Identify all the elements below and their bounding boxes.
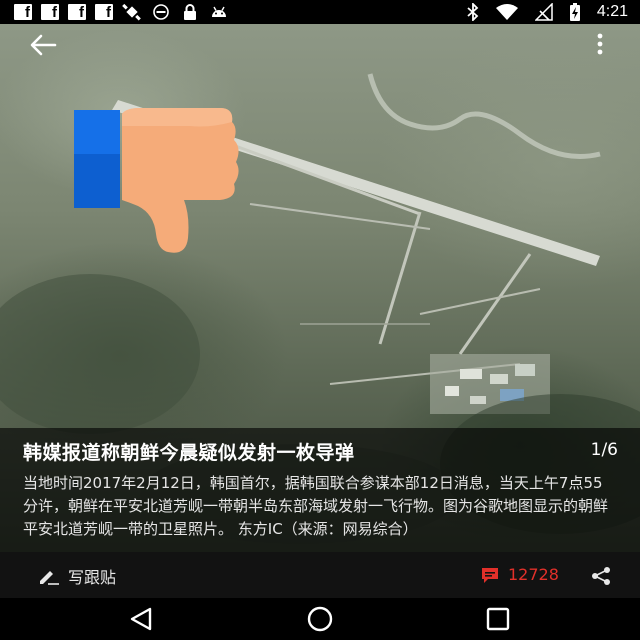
arrow-left-icon[interactable] — [28, 32, 58, 58]
clock: 4:21 — [596, 3, 628, 20]
photo-counter: 1/6 — [590, 440, 618, 460]
facebook-icon: f — [41, 4, 59, 21]
caption-title: 韩媒报道称朝鲜今晨疑似发射一枚导弹 — [23, 442, 355, 464]
thumbs-down-icon — [74, 108, 239, 253]
share-icon[interactable] — [590, 566, 612, 586]
write-comment-button[interactable]: 写跟贴 — [38, 564, 116, 588]
system-icons: 4:21 — [467, 2, 628, 22]
comment-count: 12728 — [508, 565, 559, 584]
satellite-icon — [122, 3, 142, 21]
facebook-icon: f — [68, 4, 86, 21]
photo-caption: 韩媒报道称朝鲜今晨疑似发射一枚导弹 1/6 当地时间2017年2月12日，韩国首… — [0, 428, 640, 552]
home-circle-icon[interactable] — [304, 606, 336, 632]
status-bar: f f f f 4:21 — [0, 0, 640, 24]
wifi-icon — [495, 4, 518, 20]
bluetooth-icon — [467, 3, 479, 21]
more-vertical-icon[interactable] — [594, 32, 606, 56]
back-triangle-icon[interactable] — [126, 606, 158, 632]
notification-icons: f f f f — [14, 3, 229, 21]
pencil-icon — [40, 571, 59, 585]
top-bar — [0, 24, 640, 64]
lock-icon — [180, 3, 200, 21]
write-comment-label: 写跟贴 — [68, 568, 117, 587]
battery-charging-icon — [569, 3, 580, 21]
facebook-icon: f — [14, 4, 32, 21]
recents-square-icon[interactable] — [482, 606, 514, 632]
recent-icon — [151, 3, 171, 21]
facebook-icon: f — [95, 4, 113, 21]
comment-icon — [482, 567, 498, 583]
caption-body: 当地时间2017年2月12日，韩国首尔，据韩国联合参谋本部12日消息，当天上午7… — [23, 474, 609, 538]
comments-button[interactable]: 12728 — [480, 565, 559, 584]
system-nav-bar — [0, 598, 640, 640]
bottom-action-bar: 写跟贴 12728 — [0, 552, 640, 598]
android-icon — [209, 3, 229, 21]
no-signal-icon — [534, 3, 553, 21]
